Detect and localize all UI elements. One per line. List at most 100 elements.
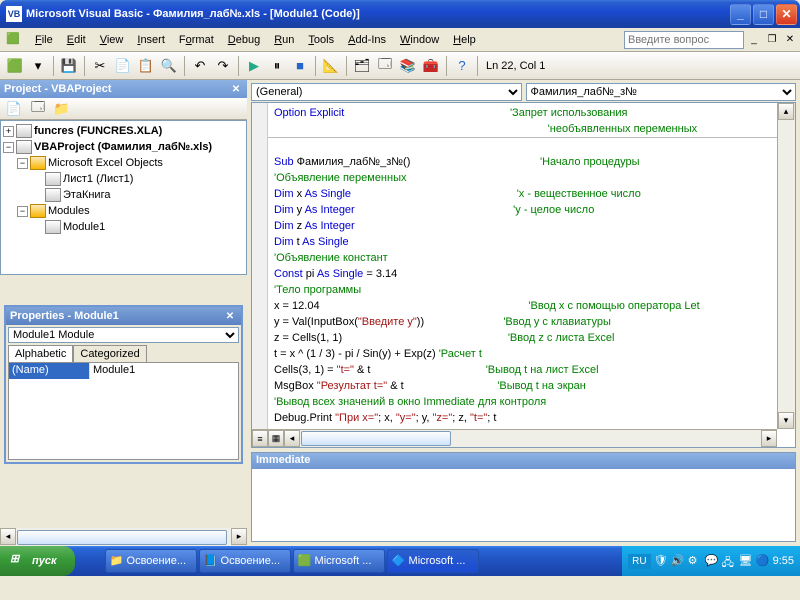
- view-code-icon[interactable]: 📄: [3, 98, 25, 120]
- quick-launch: [75, 552, 101, 570]
- copy-icon[interactable]: 📄: [112, 55, 134, 77]
- task-button-active[interactable]: 🔷Microsoft ...: [387, 549, 479, 573]
- procedure-select[interactable]: Фамилия_лаб№_з№: [526, 83, 797, 101]
- object-browser-icon[interactable]: 📚: [397, 55, 419, 77]
- properties-icon[interactable]: 🗔: [374, 55, 396, 77]
- redo-icon[interactable]: ↷: [212, 55, 234, 77]
- scroll-left-icon[interactable]: ◂: [0, 528, 16, 545]
- tab-categorized[interactable]: Categorized: [73, 345, 146, 362]
- menu-window[interactable]: Window: [393, 32, 446, 48]
- tree-node-thisworkbook[interactable]: ЭтаКнига: [3, 187, 244, 203]
- menu-view[interactable]: View: [93, 32, 131, 48]
- menu-help[interactable]: Help: [446, 32, 483, 48]
- code-hscroll[interactable]: ≡ ▦ ◂ ▸: [252, 429, 777, 447]
- start-button[interactable]: ⊞ пуск: [0, 546, 75, 576]
- properties-close-icon[interactable]: ✕: [223, 309, 237, 323]
- menu-format[interactable]: Format: [172, 32, 221, 48]
- clock[interactable]: 9:55: [773, 555, 794, 567]
- mdi-close-button[interactable]: ✕: [782, 32, 798, 48]
- project-panel-title: Project - VBAProject ✕: [0, 80, 247, 98]
- tray-icon[interactable]: ⚙: [688, 554, 702, 568]
- scroll-left-icon[interactable]: ◂: [284, 430, 300, 447]
- tray-icon[interactable]: 🖥: [739, 554, 753, 568]
- prop-name-value[interactable]: Module1: [89, 363, 238, 379]
- window-title: Microsoft Visual Basic - Фамилия_лаб№.xl…: [26, 8, 360, 20]
- immediate-body[interactable]: [252, 469, 795, 541]
- toggle-folders-icon[interactable]: 📁: [51, 98, 73, 120]
- menu-insert[interactable]: Insert: [130, 32, 172, 48]
- object-select[interactable]: (General): [251, 83, 522, 101]
- help-icon[interactable]: ?: [451, 55, 473, 77]
- code-margin: [252, 103, 268, 429]
- menu-edit[interactable]: Edit: [60, 32, 93, 48]
- toolbox-icon[interactable]: 🧰: [420, 55, 442, 77]
- reset-icon[interactable]: ■: [289, 55, 311, 77]
- immediate-window[interactable]: Immediate: [251, 452, 796, 542]
- quicklaunch-icon[interactable]: [79, 552, 97, 570]
- project-toolbar: 📄 🗔 📁: [0, 98, 247, 120]
- menu-run[interactable]: Run: [267, 32, 301, 48]
- app-icon: VB: [6, 6, 22, 22]
- undo-icon[interactable]: ↶: [189, 55, 211, 77]
- tab-alphabetic[interactable]: Alphabetic: [8, 345, 73, 362]
- maximize-button[interactable]: □: [753, 4, 774, 25]
- window-titlebar: VB Microsoft Visual Basic - Фамилия_лаб№…: [0, 0, 800, 28]
- break-icon[interactable]: ⏸: [266, 55, 288, 77]
- system-tray: RU 🛡 🔊 ⚙ 💬 🖧 🖥 🔵 9:55: [622, 546, 800, 576]
- scroll-down-icon[interactable]: ▾: [778, 412, 794, 429]
- design-mode-icon[interactable]: 📐: [320, 55, 342, 77]
- language-indicator[interactable]: RU: [628, 554, 650, 569]
- task-button[interactable]: 📘Освоение...: [199, 549, 291, 573]
- code-header: (General) Фамилия_лаб№_з№: [247, 80, 800, 102]
- cut-icon[interactable]: ✂: [89, 55, 111, 77]
- save-icon[interactable]: 💾: [58, 55, 80, 77]
- tray-icon[interactable]: 🛡: [654, 554, 668, 568]
- project-close-icon[interactable]: ✕: [229, 82, 243, 96]
- view-full-icon[interactable]: ▦: [268, 430, 284, 447]
- run-icon[interactable]: ▶: [243, 55, 265, 77]
- find-icon[interactable]: 🔍: [158, 55, 180, 77]
- task-button[interactable]: 🟩Microsoft ...: [293, 549, 385, 573]
- immediate-title: Immediate: [252, 453, 795, 469]
- menu-debug[interactable]: Debug: [221, 32, 267, 48]
- tree-node-excel-objects[interactable]: −Microsoft Excel Objects: [3, 155, 244, 171]
- view-procedure-icon[interactable]: ≡: [252, 430, 268, 447]
- view-excel-icon[interactable]: 🟩: [4, 55, 26, 77]
- insert-dropdown-icon[interactable]: ▾: [27, 55, 49, 77]
- ask-question-input[interactable]: [624, 31, 744, 49]
- mdi-minimize-button[interactable]: _: [746, 32, 762, 48]
- properties-grid[interactable]: (Name)Module1: [8, 362, 239, 460]
- tray-icon[interactable]: 💬: [705, 554, 719, 568]
- tree-node-module1[interactable]: Module1: [3, 219, 244, 235]
- project-explorer-icon[interactable]: 🗂: [351, 55, 373, 77]
- code-editor[interactable]: Option Explicit 'Запрет использования 'н…: [251, 102, 796, 448]
- code-body[interactable]: Option Explicit 'Запрет использования 'н…: [268, 103, 777, 429]
- view-object-icon[interactable]: 🗔: [27, 98, 49, 120]
- close-button[interactable]: ✕: [776, 4, 797, 25]
- minimize-button[interactable]: _: [730, 4, 751, 25]
- menu-file[interactable]: File: [28, 32, 60, 48]
- tree-node-vbaproject[interactable]: −VBAProject (Фамилия_лаб№.xls): [3, 139, 244, 155]
- tree-node-modules[interactable]: −Modules: [3, 203, 244, 219]
- cursor-position: Ln 22, Col 1: [482, 60, 549, 72]
- mdi-restore-button[interactable]: ❐: [764, 32, 780, 48]
- menu-addins[interactable]: Add-Ins: [341, 32, 393, 48]
- tree-node-funcres[interactable]: +funcres (FUNCRES.XLA): [3, 123, 244, 139]
- scroll-right-icon[interactable]: ▸: [231, 528, 247, 545]
- paste-icon[interactable]: 📋: [135, 55, 157, 77]
- excel-icon[interactable]: 🟩: [6, 32, 24, 48]
- tray-icon[interactable]: 🔊: [671, 554, 685, 568]
- left-hscroll[interactable]: ◂ ▸: [0, 528, 247, 546]
- scroll-up-icon[interactable]: ▴: [778, 103, 794, 120]
- task-button[interactable]: 📁Освоение...: [105, 549, 197, 573]
- tray-icon[interactable]: 🖧: [722, 554, 736, 568]
- menubar: 🟩 File Edit View Insert Format Debug Run…: [0, 28, 800, 52]
- tree-node-sheet1[interactable]: Лист1 (Лист1): [3, 171, 244, 187]
- properties-object-select[interactable]: Module1 Module: [8, 327, 239, 343]
- project-tree[interactable]: +funcres (FUNCRES.XLA) −VBAProject (Фами…: [0, 120, 247, 275]
- code-vscroll[interactable]: ▴ ▾: [777, 103, 795, 429]
- menu-tools[interactable]: Tools: [301, 32, 341, 48]
- tray-icon[interactable]: 🔵: [756, 554, 770, 568]
- scroll-right-icon[interactable]: ▸: [761, 430, 777, 447]
- properties-panel: Properties - Module1 ✕ Module1 Module Al…: [4, 305, 243, 464]
